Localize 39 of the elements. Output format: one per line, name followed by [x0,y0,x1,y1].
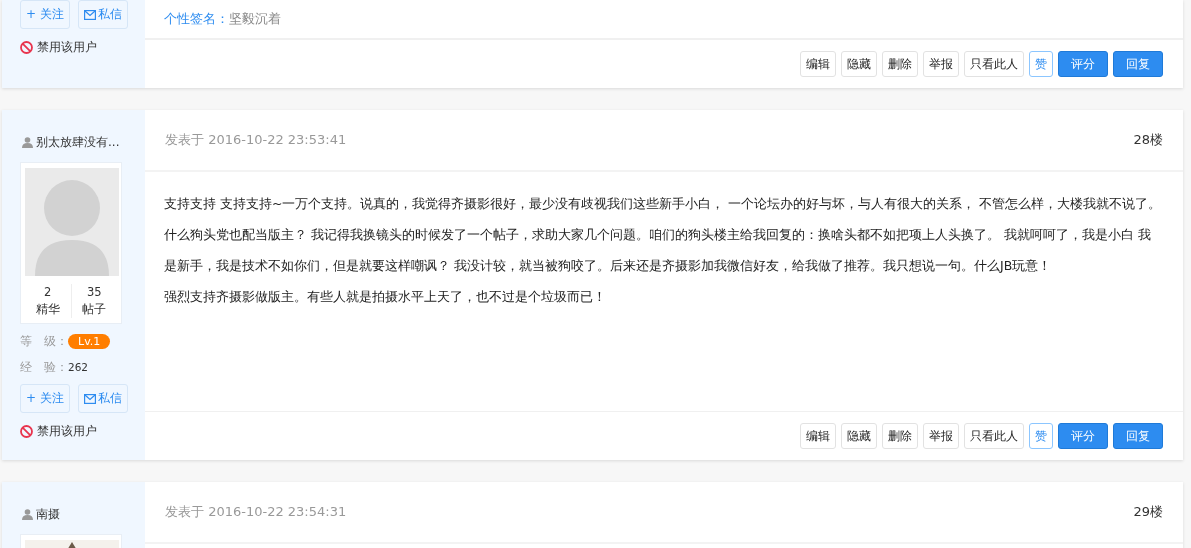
signature-label: 个性签名： [164,10,229,28]
action-button[interactable]: 编辑 [800,423,836,449]
post-date: 发表于 2016-10-22 23:54:31 [165,503,347,521]
envelope-icon [83,9,96,20]
avatar-placeholder-icon [25,168,119,276]
user-icon [22,137,33,148]
action-button[interactable]: 隐藏 [841,51,877,77]
experience-value: 262 [68,361,89,373]
action-button[interactable]: 只看此人 [964,51,1024,77]
experience-label: 经 验： [20,359,68,375]
action-button[interactable]: 举报 [923,423,959,449]
floor-number: 29楼 [1133,503,1163,521]
post-date: 发表于 2016-10-22 23:53:41 [165,131,347,149]
stat-label: 精华 [35,301,60,318]
ban-user-link[interactable]: 禁用该用户 [37,423,97,440]
like-button[interactable]: 赞 [1029,423,1053,449]
action-button[interactable]: 编辑 [800,51,836,77]
floor-number: 28楼 [1133,131,1163,149]
ban-icon [20,425,33,438]
action-button[interactable]: 删除 [882,423,918,449]
signature-text: 坚毅沉着 [229,10,281,28]
ban-user-link[interactable]: 禁用该用户 [37,39,97,56]
action-button[interactable]: 隐藏 [841,423,877,449]
level-label: 等 级： [20,333,68,349]
username[interactable]: 别太放肆没有... [36,134,120,151]
like-button[interactable]: 赞 [1029,51,1053,77]
action-button[interactable]: 只看此人 [964,423,1024,449]
ban-icon [20,41,33,54]
stat-value: 2 [44,284,52,301]
action-button[interactable]: 删除 [882,51,918,77]
stat-value: 35 [86,284,102,301]
envelope-icon [83,393,96,404]
level-badge: Lv.1 [68,333,111,349]
action-button[interactable]: 举报 [923,51,959,77]
user-icon [22,509,33,520]
stat-label: 帖子 [82,301,107,318]
post-paragraph: 支持支持 支持支持~一万个支持。说真的，我觉得齐摄影很好，最少没有歧视我们这些新手小白， 一个论坛办的好与坏，与人有很大的关系， 不管怎么样，大楼我就不说了。什么狗头党也配当版主？ 我记得我换镜头的时候发了一个帖子，求助大家几个问题。咱们的狗头楼主给我回复的：换啥头都不如把项上人头换了。 我就呵呵了，我是小白 我是新手，我是技术不如你们，但是就要这样嘲讽？ 我没计较，就当被狗咬了。后来还是齐摄影加我微信好友，给我做了推荐。我只想说一句。什么JB玩意！ [164,195,1163,275]
username[interactable]: 南摄 [36,506,60,523]
post-paragraph: 强烈支持齐摄影做版主。有些人就是拍摄水平上天了，也不过是个垃圾而已！ [164,288,607,306]
